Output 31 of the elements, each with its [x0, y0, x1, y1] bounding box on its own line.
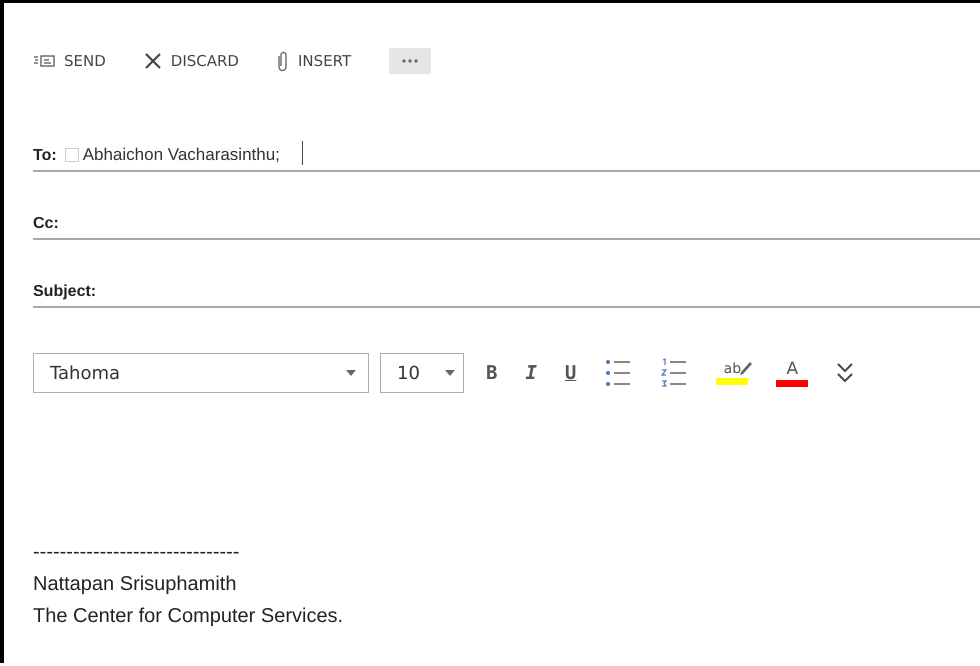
address-field[interactable]: Cc:: [33, 189, 980, 240]
bold-button[interactable]: B: [486, 362, 498, 384]
discard-button[interactable]: DISCARD: [144, 48, 239, 74]
dropdown-arrow-icon: [445, 370, 455, 376]
font-color-button[interactable]: A: [776, 359, 808, 387]
more-button[interactable]: [389, 48, 432, 74]
insert-button[interactable]: INSERT: [276, 46, 352, 76]
paperclip-icon: [276, 50, 289, 72]
address-field[interactable]: To: Abhaichon Vacharasinthu;: [33, 121, 980, 172]
field-label: To:: [33, 147, 57, 165]
send-icon: [33, 54, 55, 68]
dropdown-arrow-icon: [346, 370, 356, 376]
italic-button[interactable]: I: [525, 362, 537, 384]
bulleted-list-button[interactable]: [604, 358, 632, 388]
address-field[interactable]: Subject:: [33, 257, 980, 308]
expand-button[interactable]: [836, 361, 854, 385]
underline-button[interactable]: U: [564, 362, 576, 384]
font-size-dropdown[interactable]: 10: [380, 353, 464, 393]
send-button[interactable]: SEND: [33, 48, 106, 74]
more-icon: [400, 58, 420, 64]
recipient[interactable]: Abhaichon Vacharasinthu;: [64, 145, 280, 165]
field-label: Cc:: [33, 215, 59, 233]
signature-line: The Center for Computer Services.: [33, 604, 344, 629]
highlight-button[interactable]: ab: [716, 361, 748, 385]
signature-line: Nattapan Srisuphamith: [33, 572, 238, 597]
checkbox-icon: [64, 148, 79, 162]
numbered-list-button[interactable]: [660, 358, 688, 388]
field-label: Subject:: [33, 283, 96, 301]
separator-text: -------------------------------: [33, 540, 240, 565]
font-dropdown[interactable]: Tahoma: [33, 353, 369, 393]
close-icon: [144, 52, 162, 70]
